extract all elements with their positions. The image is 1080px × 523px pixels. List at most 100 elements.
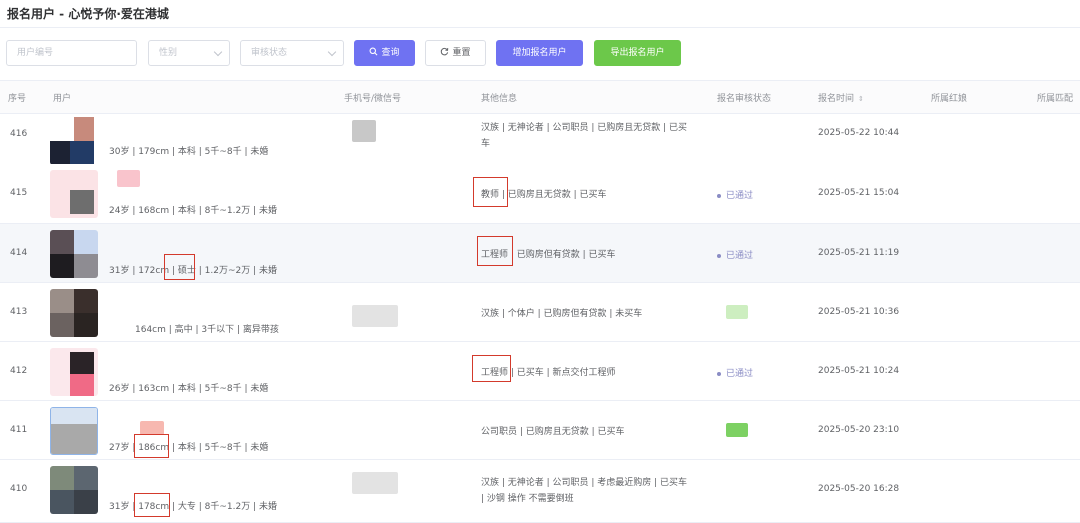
gender-select[interactable]: 性别 — [148, 40, 230, 66]
avatar — [50, 348, 98, 396]
highlight-box — [473, 177, 508, 207]
phone-redacted — [352, 120, 376, 142]
column-header: 用户 — [53, 94, 72, 104]
table-row[interactable]: 411 27岁 | 186cm | 本科 | 5千~8千 | 未婚 公司职员 |… — [0, 401, 1080, 460]
review-status-redacted — [726, 423, 748, 437]
row-id: 411 — [10, 425, 28, 435]
other-info-line: 汉族 | 无神论者 | 公司职员 | 已购房且无贷款 | 已买 — [481, 123, 688, 133]
avatar — [50, 230, 98, 278]
chevron-down-icon — [327, 47, 337, 57]
other-info-rest: | 已购房且无贷款 | 已买车 — [499, 190, 607, 200]
chevron-down-icon — [213, 47, 223, 57]
other-info-line: 车 — [481, 139, 491, 149]
row-id: 412 — [10, 366, 28, 376]
highlight-box — [477, 236, 513, 266]
review-status-label: 已通过 — [726, 369, 754, 379]
user-id-input[interactable]: 用户编号 — [6, 40, 137, 66]
highlight-box — [164, 254, 195, 280]
other-info: 公司职员 | 已购房且无贷款 | 已买车 — [481, 427, 625, 437]
user-profile: 27岁 | 186cm | 本科 | 5千~8千 | 未婚 — [109, 440, 268, 453]
review-status: 已通过 — [717, 366, 753, 379]
highlight-box — [472, 355, 511, 382]
name-redacted — [140, 421, 164, 435]
profile-part: | 本科 | 5千~8千 | 未婚 — [169, 443, 269, 453]
sort-icon[interactable]: ⇕ — [858, 95, 864, 103]
other-info-rest: | 已买车 | 新点交付工程师 — [508, 368, 616, 378]
row-id: 413 — [10, 307, 28, 317]
review-status-label: 已通过 — [726, 191, 754, 201]
reset-button[interactable]: 重置 — [425, 40, 486, 66]
user-id-placeholder: 用户编号 — [17, 48, 54, 58]
other-info-line: | 沙钢 操作 不需要倒班 — [481, 494, 574, 504]
avatar — [50, 466, 98, 514]
query-label: 查询 — [381, 48, 400, 58]
table-row[interactable]: 415 24岁 | 168cm | 本科 | 8千~1.2万 | 未婚 教师 |… — [0, 164, 1080, 224]
review-status-placeholder: 审核状态 — [251, 48, 288, 58]
refresh-icon — [441, 47, 449, 56]
page-title: 报名用户 - 心悦予你·爱在港城 — [7, 7, 169, 21]
filter-toolbar: 用户编号 性别 审核状态 查询 重置 增加报名用户 导出报名用户 — [0, 40, 1080, 67]
review-status-label: 已通过 — [726, 251, 754, 261]
column-header-sortable[interactable]: 报名时间 ⇕ — [818, 91, 864, 104]
review-status-select[interactable]: 审核状态 — [240, 40, 344, 66]
table-row[interactable]: 410 31岁 | 178cm | 大专 | 8千~1.2万 | 未婚 汉族 |… — [0, 460, 1080, 523]
review-status: 已通过 — [717, 248, 753, 261]
register-time: 2025-05-20 16:28 — [818, 484, 900, 494]
avatar — [50, 289, 98, 337]
column-header: 序号 — [8, 94, 27, 104]
register-time: 2025-05-22 10:44 — [818, 128, 900, 138]
status-dot-icon — [717, 371, 721, 376]
other-info-line: 汉族 | 无神论者 | 公司职员 | 考虑最近购房 | 已买车 — [481, 478, 688, 488]
review-status-redacted — [726, 305, 748, 319]
other-info: 汉族 | 无神论者 | 公司职员 | 已购房且无贷款 | 已买 车 — [481, 120, 687, 152]
table-row[interactable]: 414 31岁 | 172cm | 硕士 | 1.2万~2万 | 未婚 工程师 … — [0, 224, 1080, 283]
row-id: 415 — [10, 188, 28, 198]
highlight-box — [134, 434, 169, 458]
register-time: 2025-05-21 15:04 — [818, 188, 900, 198]
column-header: 其他信息 — [481, 94, 518, 104]
row-id: 410 — [10, 484, 28, 494]
column-header: 手机号/微信号 — [344, 94, 402, 104]
user-profile: 26岁 | 163cm | 本科 | 5千~8千 | 未婚 — [109, 384, 269, 394]
export-registrants-button[interactable]: 导出报名用户 — [594, 40, 681, 66]
status-dot-icon — [717, 253, 721, 258]
user-profile: 164cm | 高中 | 3千以下 | 离异带孩 — [135, 325, 279, 335]
review-status: 已通过 — [717, 188, 753, 201]
reset-label: 重置 — [452, 48, 471, 58]
user-profile: 30岁 | 179cm | 本科 | 5千~8千 | 未婚 — [109, 147, 269, 157]
column-header: 所属匹配 — [1037, 94, 1074, 104]
add-registrant-label: 增加报名用户 — [512, 48, 567, 58]
other-info: 汉族 | 无神论者 | 公司职员 | 考虑最近购房 | 已买车 | 沙钢 操作 … — [481, 475, 687, 507]
phone-redacted — [352, 305, 398, 327]
register-time: 2025-05-21 10:24 — [818, 366, 900, 376]
register-time: 2025-05-21 10:36 — [818, 307, 900, 317]
column-header-label: 报名时间 — [818, 94, 855, 104]
column-header: 报名审核状态 — [717, 94, 772, 104]
profile-part: | 大专 | 8千~1.2万 | 未婚 — [169, 502, 277, 512]
register-time: 2025-05-20 23:10 — [818, 425, 900, 435]
column-header: 所属红娘 — [931, 94, 968, 104]
avatar — [50, 407, 98, 455]
table-header: 序号 用户 手机号/微信号 其他信息 报名审核状态 报名时间 ⇕ 所属红娘 所属匹… — [0, 80, 1080, 114]
query-button[interactable]: 查询 — [354, 40, 415, 66]
highlight-box — [134, 493, 170, 517]
row-id: 416 — [10, 129, 28, 139]
profile-part: | 1.2万~2万 | 未婚 — [195, 266, 277, 276]
search-icon — [370, 47, 378, 56]
phone-redacted — [352, 472, 398, 494]
gender-placeholder: 性别 — [159, 48, 178, 58]
row-id: 414 — [10, 248, 28, 258]
add-registrant-button[interactable]: 增加报名用户 — [496, 40, 583, 66]
status-dot-icon — [717, 193, 721, 198]
name-redacted — [117, 170, 140, 187]
page-header: 报名用户 - 心悦予你·爱在港城 — [0, 0, 1080, 28]
user-profile: 24岁 | 168cm | 本科 | 8千~1.2万 | 未婚 — [109, 206, 277, 216]
table-row[interactable]: 413 164cm | 高中 | 3千以下 | 离异带孩 汉族 | 个体户 | … — [0, 283, 1080, 342]
table-row[interactable]: 412 26岁 | 163cm | 本科 | 5千~8千 | 未婚 工程师 | … — [0, 342, 1080, 401]
register-time: 2025-05-21 11:19 — [818, 248, 900, 258]
other-info: 汉族 | 个体户 | 已购房但有贷款 | 未买车 — [481, 309, 643, 319]
export-registrants-label: 导出报名用户 — [610, 48, 665, 58]
avatar — [50, 170, 98, 218]
other-info-rest: | 已购房但有贷款 | 已买车 — [508, 250, 616, 260]
avatar — [50, 117, 98, 165]
